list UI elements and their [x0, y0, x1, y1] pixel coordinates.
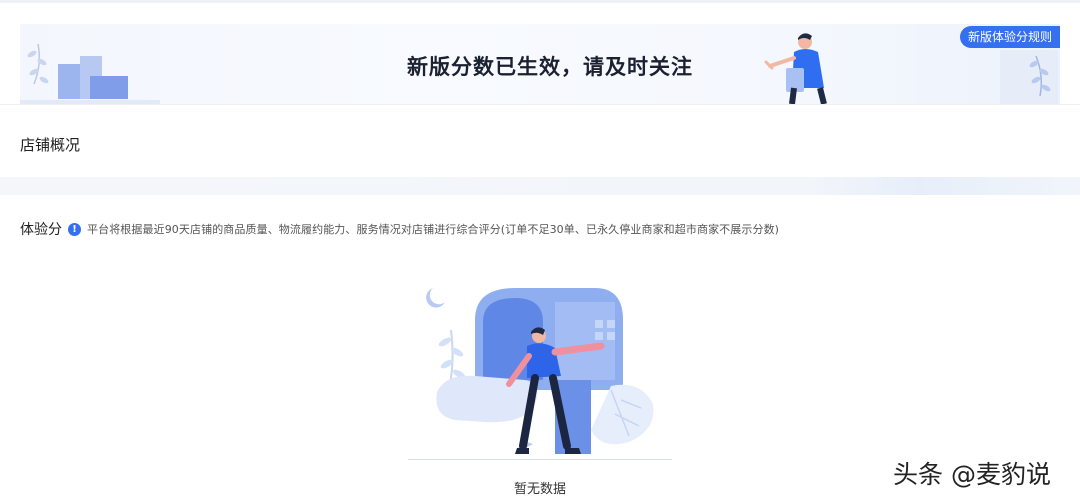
- empty-state-illustration: [426, 288, 654, 454]
- info-icon[interactable]: !: [68, 222, 81, 236]
- banner-divider: [0, 104, 1080, 105]
- announcement-banner[interactable]: 新版分数已生效，请及时关注 新版体验分规则: [20, 24, 1060, 104]
- top-border: [0, 0, 1080, 3]
- presenter-illustration: [764, 33, 827, 104]
- store-overview-title: 店铺概况: [20, 136, 81, 154]
- section-separator-strip: [0, 177, 1080, 195]
- experience-score-description: 平台将根据最近90天店铺的商品质量、物流履约能力、服务情况对店铺进行综合评分(订…: [87, 223, 780, 236]
- banner-title: 新版分数已生效，请及时关注: [407, 55, 693, 79]
- watermark-text: 头条 @麦豹说: [893, 460, 1051, 489]
- experience-score-header: 体验分 ! 平台将根据最近90天店铺的商品质量、物流履约能力、服务情况对店铺进行…: [20, 219, 779, 239]
- experience-score-label: 体验分: [20, 222, 62, 238]
- banner-decoration-left: [20, 43, 160, 104]
- empty-state-baseline: [408, 459, 672, 460]
- new-score-rules-button[interactable]: 新版体验分规则: [959, 26, 1060, 48]
- banner-decoration-right: [1000, 50, 1058, 104]
